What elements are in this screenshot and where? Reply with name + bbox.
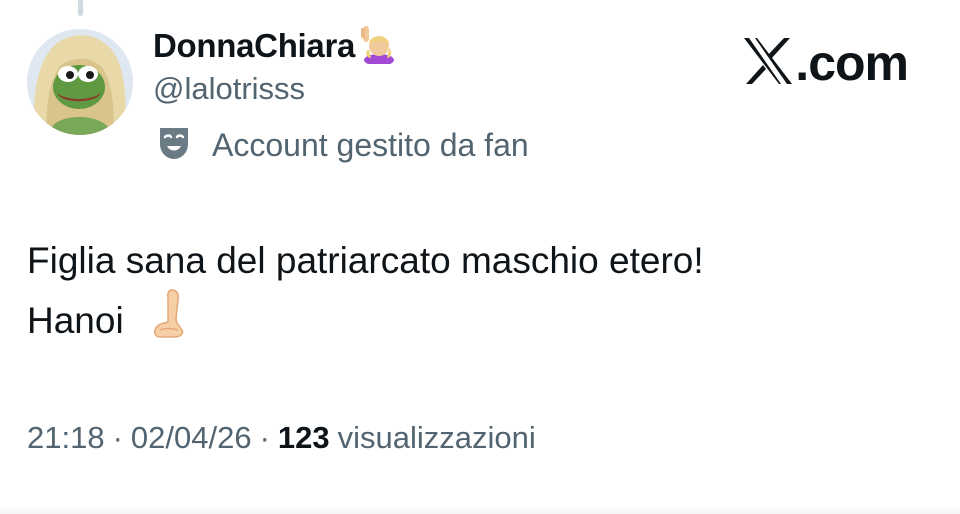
tweet-line-2: Hanoi [27,299,124,341]
display-name[interactable]: DonnaChiara [153,27,355,65]
avatar[interactable] [27,29,133,135]
tweet-time[interactable]: 21:18 [27,420,105,456]
author-handle[interactable]: @lalotrisss [153,71,305,107]
x-com-text: .com [795,35,909,91]
x-logo-icon [743,37,793,90]
views-label: visualizzazioni [337,420,536,455]
raising-hand-emoji-icon [359,24,399,69]
tweet-text: Figlia sana del patriarcato maschio eter… [27,234,704,353]
tweet-line-2-row: Hanoi [27,288,704,353]
badge-label: Account gestito da fan [212,126,529,163]
fan-account-badge: Account gestito da fan [158,124,529,166]
bottom-edge [0,506,960,514]
author-name-row[interactable]: DonnaChiara [153,24,399,68]
views-count: 123 [277,420,330,455]
x-com-logo: .com [743,33,909,93]
hand-emoji-icon [152,288,188,353]
pepe-frog-avatar-icon [27,29,133,135]
meta-separator: · [112,420,123,455]
theater-mask-icon [158,126,190,165]
tweet-meta: 21:18 · 02/04/26 · 123 visualizzazioni [27,420,536,456]
meta-separator: · [259,420,270,455]
tweet-line-1: Figlia sana del patriarcato maschio eter… [27,240,704,281]
thread-connector-line [78,0,83,16]
tweet-date[interactable]: 02/04/26 [131,420,252,456]
